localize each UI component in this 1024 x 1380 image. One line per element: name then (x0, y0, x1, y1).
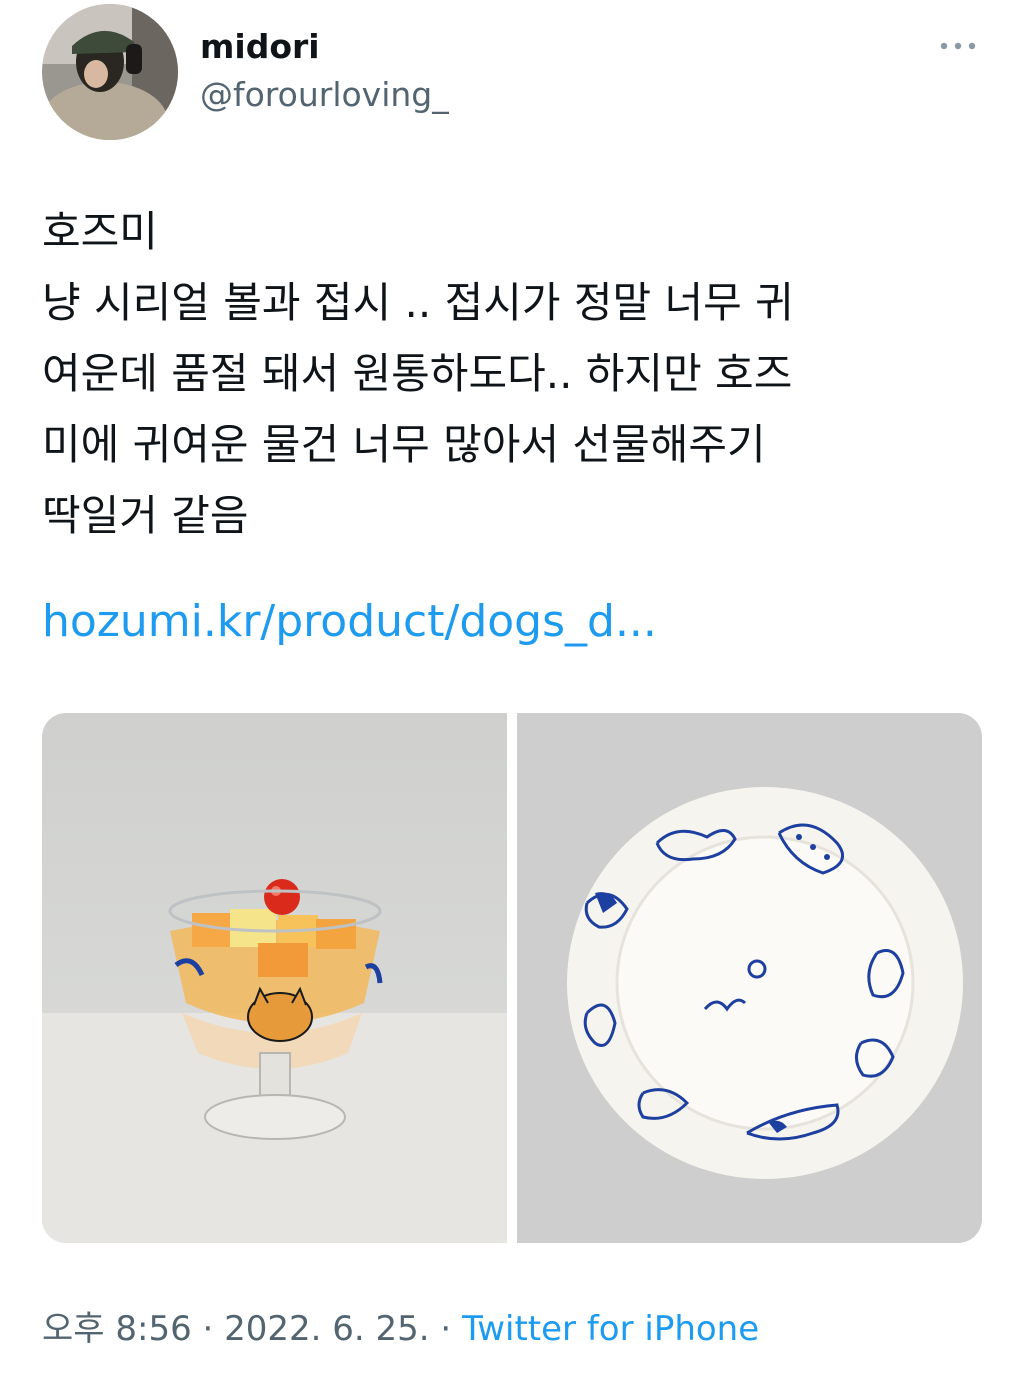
tweet-text-line: 딱일거 같음 (42, 491, 249, 540)
tweet-text: 호즈미 냥 시리얼 볼과 접시 .. 접시가 정말 너무 귀 여운데 품절 돼서… (42, 196, 982, 551)
user-handle[interactable]: @forourloving_ (200, 74, 449, 116)
tweet-text-line: 여운데 품절 돼서 원통하도다.. 하지만 호즈 (42, 349, 793, 398)
cereal-bowl-image (42, 713, 507, 1243)
avatar-photo (42, 4, 178, 140)
display-name[interactable]: midori (200, 26, 449, 68)
media-photo-dog-plate[interactable] (517, 713, 982, 1243)
tweet-text-line: 냥 시리얼 볼과 접시 .. 접시가 정말 너무 귀 (42, 278, 794, 327)
author-block: midori @forourloving_ (200, 26, 449, 116)
media-photo-cereal-bowl[interactable] (42, 713, 507, 1243)
meta-separator: · (429, 1309, 463, 1349)
more-options-button[interactable] (938, 34, 978, 58)
meta-separator: · (191, 1309, 225, 1349)
tweet-meta: 오후 8:56 · 2022. 6. 25. · Twitter for iPh… (42, 1306, 759, 1352)
tweet-text-line: 호즈미 (42, 207, 158, 256)
tweet-source[interactable]: Twitter for iPhone (462, 1309, 759, 1349)
tweet-date[interactable]: 2022. 6. 25. (224, 1309, 429, 1349)
tweet-text-line: 미에 귀여운 물건 너무 많아서 선물해주기 (42, 420, 766, 469)
tweet-link[interactable]: hozumi.kr/product/dogs_d... (42, 590, 657, 654)
more-horizontal-icon (940, 42, 976, 50)
avatar[interactable] (42, 4, 178, 140)
media-grid (42, 713, 982, 1243)
dog-plate-image (517, 713, 982, 1243)
tweet-time[interactable]: 오후 8:56 (42, 1309, 192, 1349)
